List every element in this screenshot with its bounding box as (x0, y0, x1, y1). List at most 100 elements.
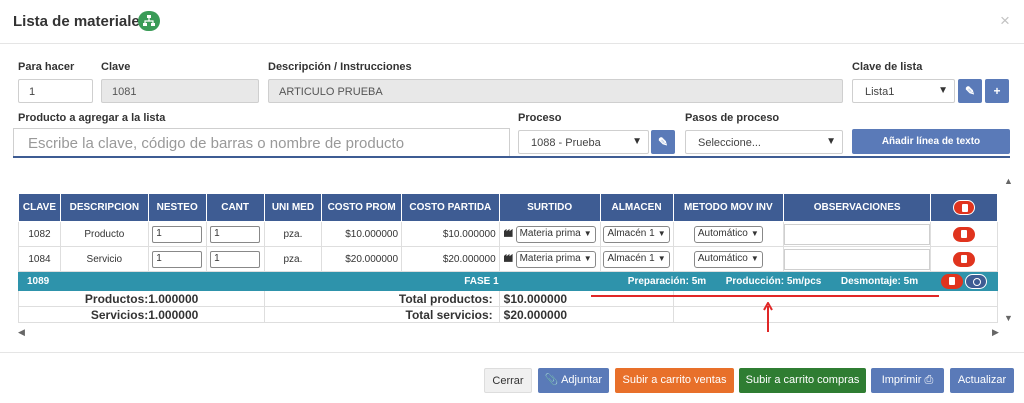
phase-row: 1089 FASE 1 Preparación: 5m Producción: … (18, 271, 998, 291)
chevron-down-icon: ▼ (750, 228, 759, 238)
col-actions (930, 193, 998, 222)
proceso-select[interactable]: 1088 - Prueba ▼ (518, 130, 649, 154)
totals-qty: 1.000000 (148, 290, 265, 307)
edit-list-button[interactable]: ✎ (958, 79, 982, 103)
cant-input[interactable]: 1 (210, 250, 261, 268)
cell-clave: 1082 (18, 221, 61, 247)
pasos-value: Seleccione... (698, 137, 761, 149)
print-icon: ⎙ (924, 374, 934, 386)
nesteo-input[interactable]: 1 (152, 250, 203, 268)
cell-surtido: Materia prima ▼ (498, 246, 601, 272)
chevron-down-icon: ▼ (583, 253, 592, 263)
col-observaciones: OBSERVACIONES (783, 193, 932, 222)
table-header-row: CLAVE DESCRIPCION NESTEO CANT UNI MED CO… (18, 193, 998, 222)
paperclip-icon: 📎 (544, 374, 559, 386)
cant-input[interactable]: 1 (210, 225, 261, 243)
cell-almacen: Almacén 1 ▼ (599, 221, 674, 247)
clave-lista-select[interactable]: Lista1 ▼ (852, 79, 955, 103)
phase-label: FASE 1 (59, 271, 500, 291)
metodo-select[interactable]: Automático ▼ (693, 225, 763, 243)
phase-times: Preparación: 5m Producción: 5m/pcs Desmo… (498, 271, 932, 291)
annotation-underline (591, 295, 939, 297)
phase-desmontaje: Desmontaje: 5m (840, 275, 919, 287)
divider (13, 156, 1010, 158)
col-cant: CANT (205, 193, 265, 222)
scroll-up-icon[interactable]: ▲ (1004, 176, 1013, 186)
adjuntar-button[interactable]: 📎 Adjuntar (538, 368, 609, 393)
cell-observaciones (783, 246, 932, 272)
info-icon[interactable] (965, 273, 988, 289)
cerrar-button[interactable]: Cerrar (484, 368, 532, 393)
para-hacer-label: Para hacer (18, 61, 75, 73)
add-text-line-button[interactable]: Añadir línea de texto (852, 129, 1010, 154)
cell-costo-partida: $20.000000 (401, 246, 500, 272)
almacen-select[interactable]: Almacén 1 ▼ (603, 250, 670, 268)
close-icon[interactable]: × (1000, 11, 1010, 31)
modal-header: Lista de materiales × (0, 0, 1024, 44)
phase-preparacion: Preparación: 5m (627, 275, 707, 287)
trash-all-icon[interactable] (953, 200, 976, 215)
sitemap-icon (138, 11, 160, 31)
clave-field: 1081 (101, 79, 259, 103)
observaciones-textarea[interactable] (784, 223, 931, 245)
metodo-value: Automático (697, 227, 748, 239)
col-clave: CLAVE (18, 193, 61, 222)
para-hacer-input[interactable]: 1 (18, 79, 93, 103)
surtido-value: Materia prima (519, 252, 581, 264)
add-list-button[interactable]: + (985, 79, 1009, 103)
scroll-down-icon[interactable]: ▼ (1004, 313, 1013, 323)
totals-row: Productos: 1.000000 Total productos: $10… (18, 290, 999, 307)
cell-metodo: Automático ▼ (672, 221, 785, 247)
col-surtido: SURTIDO (498, 193, 601, 222)
surtido-select[interactable]: Materia prima ▼ (515, 250, 596, 268)
cell-uni-med: pza. (263, 246, 323, 272)
totals-row: Servicios: 1.000000 Total servicios: $20… (18, 306, 999, 323)
scroll-left-icon[interactable]: ◀ (18, 327, 25, 338)
totals-label: Productos: (18, 290, 149, 307)
metodo-select[interactable]: Automático ▼ (693, 250, 763, 268)
trash-icon[interactable] (953, 226, 976, 242)
nesteo-input[interactable]: 1 (152, 225, 203, 243)
producto-label: Producto a agregar a la lista (18, 112, 166, 124)
chevron-down-icon: ▼ (657, 253, 666, 263)
almacen-value: Almacén 1 (607, 252, 655, 264)
almacen-select[interactable]: Almacén 1 ▼ (603, 225, 670, 243)
clave-lista-label: Clave de lista (852, 61, 923, 73)
table-row: 1084 Servicio 1 1 pza. $20.000000 $20.00… (18, 246, 998, 272)
surtido-value: Materia prima (519, 227, 581, 239)
actualizar-button[interactable]: Actualizar (950, 368, 1014, 393)
trash-icon[interactable] (940, 273, 963, 289)
observaciones-textarea[interactable] (784, 248, 931, 270)
pencil-icon: ✎ (657, 135, 669, 149)
factory-icon (503, 228, 513, 237)
totals-qty: 1.000000 (148, 306, 265, 323)
cell-costo-prom: $20.000000 (321, 246, 403, 272)
phase-actions (930, 271, 998, 291)
product-search-input[interactable]: Escribe la clave, código de barras o nom… (13, 128, 510, 158)
factory-icon (503, 253, 513, 262)
cell-almacen: Almacén 1 ▼ (599, 246, 674, 272)
pencil-icon: ✎ (964, 84, 976, 98)
cell-cant: 1 (205, 246, 265, 272)
col-nesteo: NESTEO (147, 193, 207, 222)
chevron-down-icon: ▼ (938, 85, 948, 96)
carrito-compras-button[interactable]: Subir a carrito compras (739, 368, 866, 393)
cell-actions (930, 221, 998, 247)
scroll-right-icon[interactable]: ▶ (992, 327, 999, 338)
surtido-select[interactable]: Materia prima ▼ (515, 225, 596, 243)
cell-descripcion: Producto (59, 221, 149, 247)
carrito-ventas-button[interactable]: Subir a carrito ventas (615, 368, 734, 393)
proceso-label: Proceso (518, 112, 562, 124)
pasos-label: Pasos de proceso (685, 112, 780, 124)
totals-total-label: Total productos: (263, 290, 500, 307)
cell-costo-partida: $10.000000 (401, 221, 500, 247)
descripcion-label: Descripción / Instrucciones (268, 61, 412, 73)
proceso-value: 1088 - Prueba (531, 137, 601, 149)
pasos-select[interactable]: Seleccione... ▼ (685, 130, 843, 154)
imprimir-button[interactable]: Imprimir ⎙ (871, 368, 944, 393)
cell-uni-med: pza. (263, 221, 323, 247)
chevron-down-icon: ▼ (583, 228, 592, 238)
plus-icon: + (993, 84, 1001, 98)
edit-process-button[interactable]: ✎ (651, 130, 675, 154)
trash-icon[interactable] (953, 251, 976, 267)
